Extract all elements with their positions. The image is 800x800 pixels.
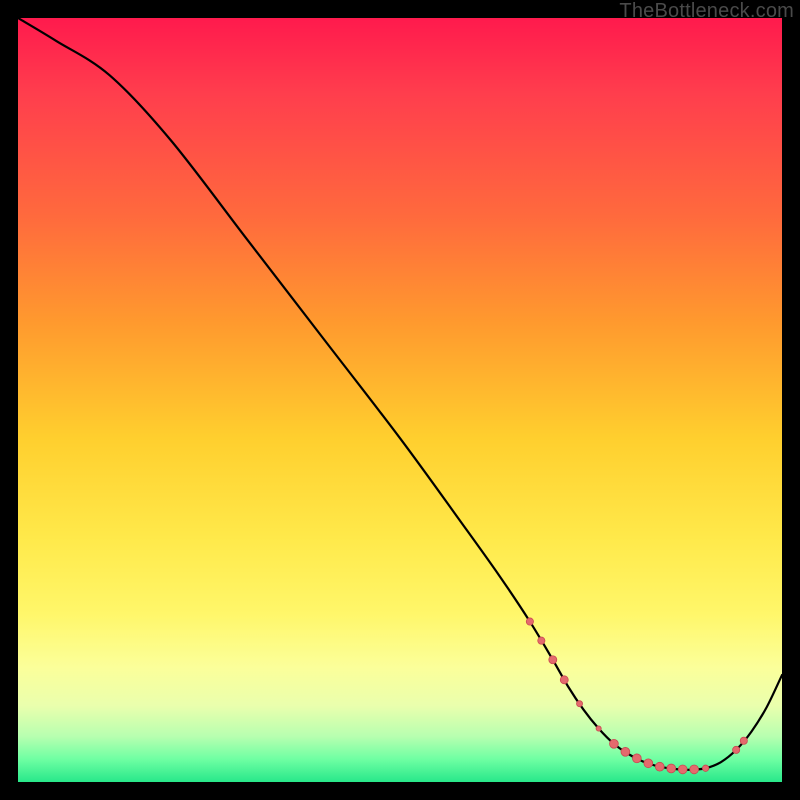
curve-markers: [526, 618, 747, 774]
curve-marker: [702, 765, 708, 771]
curve-marker: [526, 618, 533, 625]
curve-marker: [733, 746, 740, 753]
curve-marker: [549, 656, 557, 664]
curve-marker: [621, 747, 630, 756]
curve-marker: [538, 637, 545, 644]
curve-marker: [690, 765, 699, 774]
watermark-label: TheBottleneck.com: [619, 0, 794, 23]
curve-marker: [678, 765, 687, 774]
curve-marker: [655, 762, 664, 771]
curve-marker: [644, 759, 653, 768]
chart-frame: TheBottleneck.com: [0, 0, 800, 800]
curve-marker: [740, 737, 747, 744]
curve-marker: [632, 754, 641, 763]
chart-plot-area: [18, 18, 782, 782]
curve-marker: [596, 726, 601, 731]
curve-marker: [610, 739, 619, 748]
bottleneck-curve: [18, 18, 782, 770]
curve-marker: [577, 701, 583, 707]
curve-marker: [667, 764, 676, 773]
chart-svg: [18, 18, 782, 782]
curve-marker: [560, 676, 568, 684]
